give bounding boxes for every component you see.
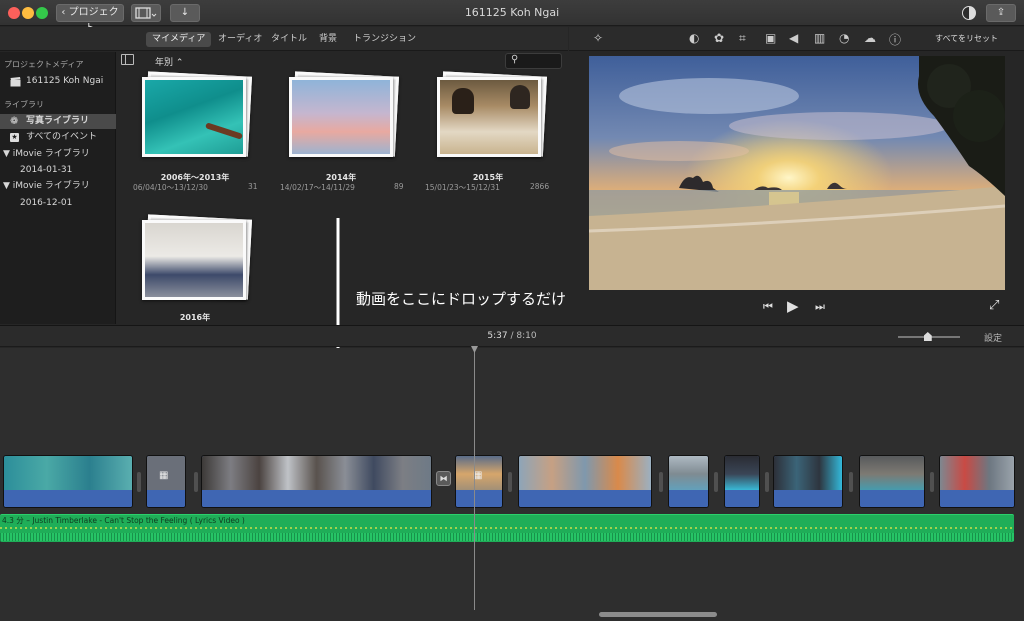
sidebar-item-photos-library[interactable]: ❁ 写真ライブラリ [0, 114, 116, 129]
event-dates: 14/02/17～14/11/29 [280, 183, 355, 192]
tab-titles[interactable]: タイトル [265, 32, 313, 47]
adjustments-bar: ✧ ◐ ✿ ⌗ ▣ ◀ ▥ ◔ ☁ ⓘ すべてをリセット [569, 27, 1024, 51]
event-count: 31 [248, 182, 258, 191]
magic-wand-icon[interactable]: ✧ [593, 31, 603, 45]
sunset-beach-frame [589, 56, 1005, 290]
reset-all-button[interactable]: すべてをリセット [935, 33, 998, 44]
clip-gap [765, 472, 769, 492]
event-count: 2866 [530, 182, 550, 191]
timecode-display: 5:37 / 8:10 [487, 331, 537, 341]
video-preview [589, 56, 1005, 290]
tab-audio[interactable]: オーディオ [212, 32, 268, 47]
library-sidebar: プロジェクトメディア 161125 Koh Ngai ライブラリ ❁ 写真ライブ… [0, 52, 116, 324]
sidebar-item-project[interactable]: 161125 Koh Ngai [0, 74, 116, 89]
window-title: 161125 Koh Ngai [464, 6, 560, 19]
playhead[interactable] [474, 348, 475, 610]
sort-popup[interactable]: 年別 ⌃ [155, 55, 183, 68]
event-photo [289, 77, 393, 157]
clip-gap [194, 472, 198, 492]
sidebar-item-imovie-library-1[interactable]: ▼ iMovie ライブラリ [0, 147, 116, 162]
video-clip[interactable]: ▦ [146, 455, 186, 508]
event-photo [142, 220, 246, 300]
share-button[interactable]: ⇪ [986, 4, 1016, 22]
photo-clip-icon: ▦ [159, 470, 169, 481]
audio-waveform [0, 527, 1014, 529]
audio-track-title: 4.3 分 – Justin Timberlake - Can't Stop t… [2, 516, 245, 525]
event-dates: 15/01/23～15/12/31 [425, 183, 500, 192]
info-icon[interactable]: ⓘ [889, 31, 901, 48]
timeline: ▦ ⧓ ▦ 4.3 分 – Justin Timberlake - Can't … [0, 346, 1024, 621]
clip-gap [849, 472, 853, 492]
tab-my-media[interactable]: マイメディア [146, 32, 212, 47]
volume-icon[interactable]: ◀ [789, 31, 798, 45]
transition-icon[interactable]: ⧓ [436, 471, 451, 486]
clip-gap [659, 472, 663, 492]
browser-tab-bar: マイメディア オーディオ タイトル 背景 トランジション [0, 27, 568, 51]
video-clip[interactable] [724, 455, 760, 508]
event-photo [437, 77, 541, 157]
tab-backgrounds[interactable]: 背景 [313, 32, 343, 47]
search-icon: ⚲ [511, 54, 519, 65]
clip-gap [137, 472, 141, 492]
photos-flower-icon: ❁ [10, 116, 19, 127]
sidebar-item-imovie-library-2[interactable]: ▼ iMovie ライブラリ [0, 179, 116, 194]
clip-filter-icon[interactable]: ☁ [864, 31, 876, 45]
color-balance-icon[interactable]: ◐ [689, 31, 699, 45]
title-bar: ‹ プロジェクト ↓ 161125 Koh Ngai ⇪ [0, 0, 1024, 34]
search-field[interactable]: ⚲ [505, 53, 562, 69]
stabilization-icon[interactable]: ▣ [765, 31, 776, 45]
share-icon: ⇪ [996, 7, 1006, 18]
clip-gap [508, 472, 512, 492]
horizontal-scrollbar[interactable] [599, 612, 717, 617]
event-title: 2016年 [179, 313, 211, 322]
play-icon[interactable]: ▶ [787, 297, 799, 315]
enhance-icon[interactable] [962, 6, 976, 20]
drop-here-annotation: 動画をここにドロップするだけ [356, 290, 567, 308]
video-clip[interactable] [201, 455, 432, 508]
skip-forward-icon[interactable]: ⏭ [815, 300, 825, 314]
star-icon: ★ [10, 133, 19, 142]
clip-gap [930, 472, 934, 492]
color-correction-icon[interactable]: ✿ [714, 31, 724, 45]
timeline-settings-button[interactable]: 設定 [984, 331, 1002, 344]
video-clip[interactable] [773, 455, 843, 508]
video-clip[interactable] [3, 455, 133, 508]
event-count: 89 [394, 182, 404, 191]
fullscreen-icon[interactable]: ⤢ [989, 298, 999, 313]
speed-icon[interactable]: ◔ [839, 31, 849, 45]
library-header: ライブラリ [4, 100, 44, 109]
sidebar-item-all-events[interactable]: ★ すべてのイベント [0, 130, 116, 145]
clip-gap [714, 472, 718, 492]
event-dates: 06/04/10～13/12/30 [133, 183, 208, 192]
project-media-header: プロジェクトメディア [4, 60, 84, 69]
video-clip[interactable]: ▦ [455, 455, 503, 508]
video-clip[interactable] [859, 455, 925, 508]
viewer: ⏮ ▶ ⏭ ⤢ [569, 52, 1024, 324]
video-clip[interactable] [939, 455, 1015, 508]
video-clip[interactable] [668, 455, 709, 508]
playhead-handle[interactable] [471, 346, 478, 353]
timeline-header: 5:37 / 8:10 設定 [0, 325, 1024, 347]
sidebar-item-event-2016-12-01[interactable]: 2016-12-01 [0, 196, 116, 211]
clapperboard-icon [10, 77, 21, 87]
event-photo [142, 77, 246, 157]
sidebar-toggle-icon[interactable] [121, 54, 134, 65]
tab-transitions[interactable]: トランジション [347, 32, 422, 47]
sidebar-item-event-2014-01-31[interactable]: 2014-01-31 [0, 163, 116, 178]
noise-reduction-icon[interactable]: ▥ [814, 31, 825, 45]
skip-back-icon[interactable]: ⏮ [763, 300, 773, 314]
video-clip[interactable] [518, 455, 652, 508]
crop-icon[interactable]: ⌗ [739, 31, 746, 46]
